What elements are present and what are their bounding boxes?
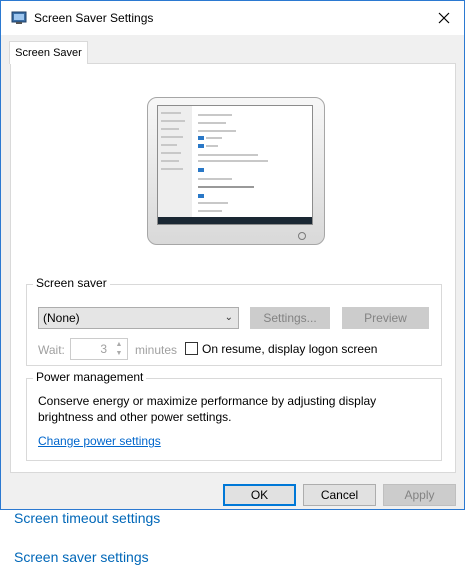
close-icon [438,12,450,24]
window-title: Screen Saver Settings [34,11,154,25]
wait-label: Wait: [38,343,65,357]
screen-saver-select[interactable]: (None) ⌄ [38,307,239,329]
change-power-settings-link[interactable]: Change power settings [38,434,161,448]
title-bar: Screen Saver Settings [1,1,464,35]
monitor-app-icon [11,10,27,26]
power-led-icon [298,232,306,240]
preview-button[interactable]: Preview [342,307,429,329]
screen-timeout-settings-link[interactable]: Screen timeout settings [14,510,160,526]
spin-up-icon[interactable]: ▲ [112,340,126,349]
ok-button[interactable]: OK [223,484,296,506]
power-management-group: Power management Conserve energy or maxi… [26,370,442,461]
power-group-label: Power management [33,370,147,384]
screen-saver-dialog: Screen Saver Settings Screen Saver Scree… [0,0,465,510]
preview-screen [157,105,313,225]
tab-panel: Screen saver (None) ⌄ Settings... Previe… [10,63,456,473]
wait-value: 3 [100,342,107,356]
tab-screen-saver[interactable]: Screen Saver [9,41,88,64]
settings-button[interactable]: Settings... [250,307,330,329]
close-button[interactable] [424,1,464,35]
apply-button[interactable]: Apply [383,484,456,506]
resume-logon-checkbox[interactable] [185,342,198,355]
screen-saver-group: Screen saver (None) ⌄ Settings... Previe… [26,276,442,366]
monitor-preview [147,97,325,245]
wait-stepper[interactable]: 3 ▲ ▼ [70,338,128,360]
cancel-button[interactable]: Cancel [303,484,376,506]
power-description: Conserve energy or maximize performance … [38,394,377,424]
screen-saver-settings-link[interactable]: Screen saver settings [14,549,149,565]
screen-saver-group-label: Screen saver [33,276,110,290]
screen-saver-selected: (None) [43,311,80,325]
spin-down-icon[interactable]: ▼ [112,349,126,358]
minutes-label: minutes [135,343,178,357]
chevron-down-icon: ⌄ [224,312,233,323]
resume-logon-label[interactable]: On resume, display logon screen [202,342,377,356]
